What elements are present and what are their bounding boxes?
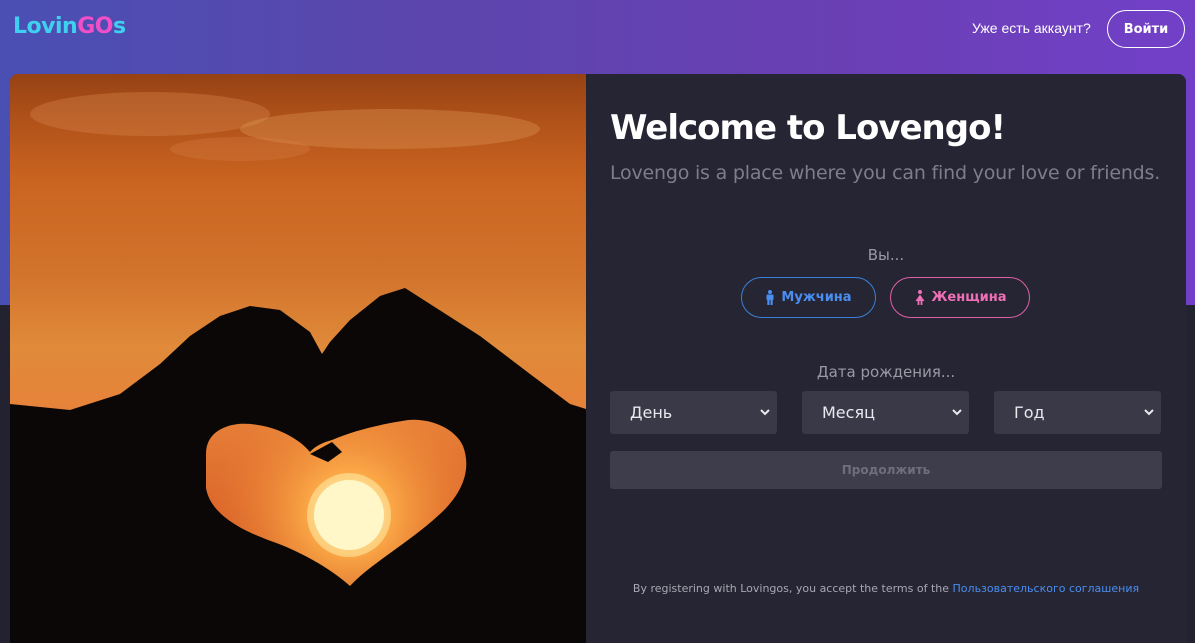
day-select[interactable]: День xyxy=(610,391,777,434)
chevron-down-icon xyxy=(1143,404,1155,424)
sunset-heart-hands-illustration xyxy=(10,74,586,643)
signup-card: Welcome to Lovengo! Lovengo is a place w… xyxy=(10,74,1186,643)
chevron-down-icon xyxy=(759,404,771,424)
logo-part-s: s xyxy=(112,14,126,39)
signup-panel: Welcome to Lovengo! Lovengo is a place w… xyxy=(586,74,1186,643)
logo-part-go: GO xyxy=(77,14,113,39)
male-button-label: Мужчина xyxy=(781,290,852,305)
month-select-value: Месяц xyxy=(822,403,875,422)
welcome-subtitle: Lovengo is a place where you can find yo… xyxy=(610,162,1161,184)
gender-prompt-label: Вы... xyxy=(867,246,905,264)
have-account-text: Уже есть аккаунт? xyxy=(972,20,1091,36)
year-select-value: Год xyxy=(1014,403,1045,422)
terms-text: By registering with Lovingos, you accept… xyxy=(632,582,950,595)
month-select[interactable]: Месяц xyxy=(802,391,969,434)
chevron-down-icon xyxy=(951,404,963,424)
continue-button[interactable]: Продолжить xyxy=(610,451,1162,489)
logo-part-lovin: Lovin xyxy=(13,14,78,39)
year-select[interactable]: Год xyxy=(994,391,1161,434)
top-bar: LovinGOs Уже есть аккаунт? Войти xyxy=(0,0,1195,60)
female-button-label: Женщина xyxy=(931,290,1007,305)
male-button[interactable]: Мужчина xyxy=(741,277,876,318)
male-person-icon xyxy=(765,290,775,305)
logo[interactable]: LovinGOs xyxy=(13,14,126,39)
day-select-value: День xyxy=(630,403,673,422)
hero-image xyxy=(10,74,586,643)
terms-link[interactable]: Пользовательского соглашения xyxy=(953,582,1140,595)
female-button[interactable]: Женщина xyxy=(890,277,1030,318)
welcome-title: Welcome to Lovengo! xyxy=(610,108,1006,148)
female-person-icon xyxy=(914,290,926,305)
birthdate-label: Дата рождения... xyxy=(816,363,956,381)
login-button[interactable]: Войти xyxy=(1107,10,1185,48)
terms-notice: By registering with Lovingos, you accept… xyxy=(586,582,1186,595)
